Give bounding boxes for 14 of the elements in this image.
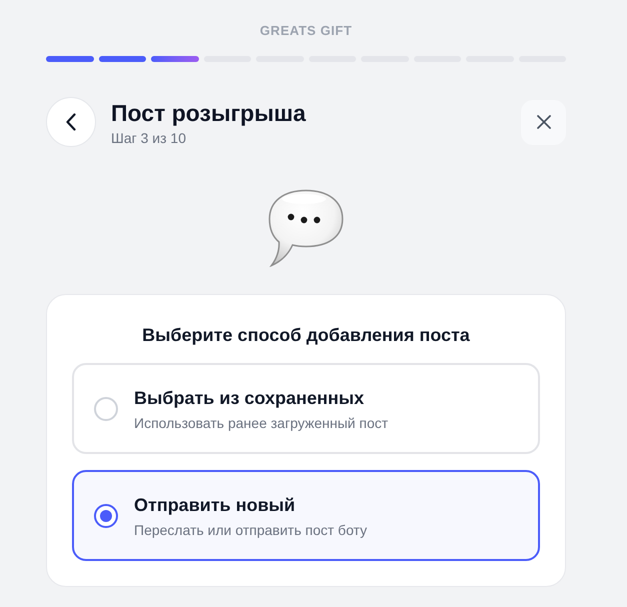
- step-label: Шаг 3 из 10: [111, 129, 187, 147]
- back-button[interactable]: [46, 97, 96, 147]
- chevron-left-icon: [66, 113, 76, 131]
- close-icon: [536, 115, 550, 129]
- speech-bubble-icon: [268, 189, 344, 267]
- page-title: Пост розыгрыша: [111, 99, 307, 127]
- progress-segment: [151, 56, 198, 62]
- progress-segment: [46, 56, 94, 62]
- card-heading: Выберите способ добавления поста: [142, 324, 470, 347]
- radio-option[interactable]: Отправить новый Переслать или отправить пост боту: [72, 470, 540, 561]
- brand-title: GREATS GIFT: [260, 23, 352, 39]
- progress-segment: [98, 56, 146, 62]
- close-button[interactable]: [521, 100, 566, 144]
- radio-option[interactable]: Выбрать из сохраненных Использовать ранее загруженный пост: [72, 363, 540, 454]
